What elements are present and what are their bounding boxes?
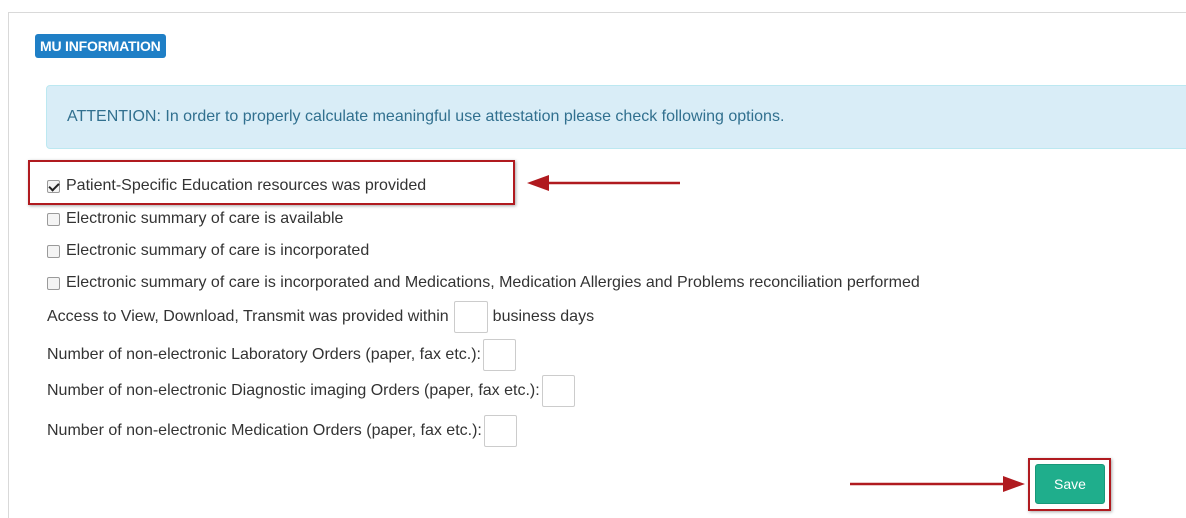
laboratory-orders-input[interactable] <box>482 339 516 371</box>
access-row: Access to View, Download, Transmit was p… <box>47 301 594 333</box>
checkbox-row-summary-incorporated[interactable]: Electronic summary of care is incorporat… <box>47 240 369 262</box>
medication-orders-label: Number of non-electronic Medication Orde… <box>47 422 482 439</box>
arrow-left-icon <box>527 175 680 191</box>
checkbox-label-reconciliation: Electronic summary of care is incorporat… <box>66 274 920 291</box>
checkbox-label-summary-incorporated: Electronic summary of care is incorporat… <box>66 242 370 259</box>
checkbox-row-summary-available[interactable]: Electronic summary of care is available <box>47 208 343 230</box>
checkbox-summary-incorporated[interactable] <box>47 244 60 258</box>
access-suffix: business days <box>492 308 595 325</box>
diagnostic-imaging-orders-row: Number of non-electronic Diagnostic imag… <box>47 375 578 407</box>
checkbox-reconciliation[interactable] <box>47 276 60 290</box>
medication-orders-input[interactable] <box>483 415 517 447</box>
checkbox-label-summary-available: Electronic summary of care is available <box>66 210 344 227</box>
attention-alert: ATTENTION: In order to properly calculat… <box>46 85 1186 149</box>
diagnostic-imaging-orders-label: Number of non-electronic Diagnostic imag… <box>47 382 540 399</box>
laboratory-orders-row: Number of non-electronic Laboratory Orde… <box>47 339 519 371</box>
laboratory-orders-label: Number of non-electronic Laboratory Orde… <box>47 346 481 363</box>
arrow-right-icon <box>850 476 1025 492</box>
diagnostic-imaging-orders-input[interactable] <box>541 375 575 407</box>
medication-orders-row: Number of non-electronic Medication Orde… <box>47 415 520 447</box>
checkbox-row-reconciliation[interactable]: Electronic summary of care is incorporat… <box>47 272 920 294</box>
access-label: Access to View, Download, Transmit was p… <box>47 308 449 325</box>
checkbox-summary-available[interactable] <box>47 212 60 226</box>
save-button[interactable]: Save <box>1035 464 1105 504</box>
section-title-badge: MU INFORMATION <box>35 34 166 58</box>
annotation-highlight-box <box>28 160 515 205</box>
business-days-input[interactable] <box>453 301 488 333</box>
